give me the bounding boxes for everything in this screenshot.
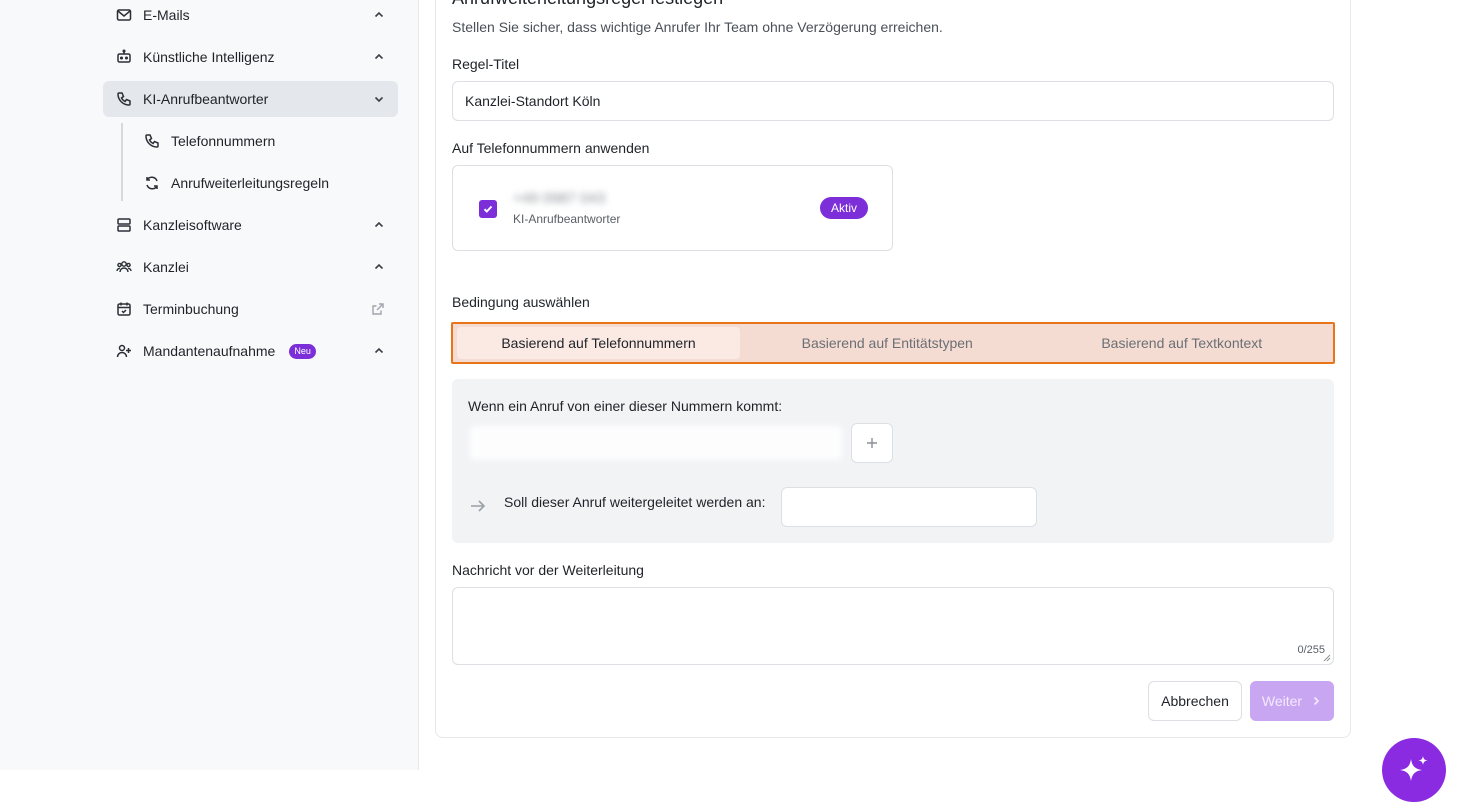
rule-title-input[interactable]: Kanzlei-Standort Köln xyxy=(452,81,1334,121)
arrow-right-icon xyxy=(468,496,488,516)
when-call-label: Wenn ein Anruf von einer dieser Nummern … xyxy=(468,398,783,414)
status-badge: Aktiv xyxy=(820,197,869,219)
sidebar-item-label: Kanzlei xyxy=(143,259,189,275)
phone-number-value: +49 0987 043 xyxy=(513,190,606,207)
character-counter: 0/255 xyxy=(1297,644,1325,656)
next-button[interactable]: Weiter xyxy=(1250,681,1334,721)
sidebar: E-Mails Künstliche Intelligenz KI-Anrufb… xyxy=(0,0,419,770)
mail-icon xyxy=(115,6,133,24)
sidebar-subitem-label: Anrufweiterleitungsregeln xyxy=(171,175,329,191)
sidebar-item-label: KI-Anrufbeantworter xyxy=(143,91,269,107)
submenu-line xyxy=(121,123,123,201)
sidebar-item-label: Kanzleisoftware xyxy=(143,217,242,233)
resize-handle-icon[interactable] xyxy=(1323,654,1331,662)
ai-assistant-button[interactable] xyxy=(1382,738,1446,802)
sidebar-item-label: Terminbuchung xyxy=(143,301,239,317)
message-textarea[interactable]: 0/255 xyxy=(452,587,1334,665)
chevron-up-icon xyxy=(372,344,386,358)
sparkle-icon xyxy=(1400,756,1428,781)
sidebar-item-ai-answering[interactable]: KI-Anrufbeantworter xyxy=(103,81,398,117)
server-icon xyxy=(115,216,133,234)
sidebar-item-appointment-booking[interactable]: Terminbuchung xyxy=(103,291,398,327)
users-icon xyxy=(115,258,133,276)
sidebar-item-emails[interactable]: E-Mails xyxy=(103,0,398,33)
phone-icon xyxy=(115,90,133,108)
user-plus-icon xyxy=(115,342,133,360)
page-subtitle: Stellen Sie sicher, dass wichtige Anrufe… xyxy=(452,19,943,35)
sidebar-item-label: Mandantenaufnahme xyxy=(143,343,276,359)
check-icon xyxy=(483,205,493,213)
source-number-input[interactable] xyxy=(470,426,842,460)
forward-to-label: Soll dieser Anruf weitergeleitet werden … xyxy=(504,494,766,510)
apply-to-numbers-label: Auf Telefonnummern anwenden xyxy=(452,140,650,156)
chevron-up-icon xyxy=(372,50,386,64)
rule-title-label: Regel-Titel xyxy=(452,56,520,72)
sidebar-item-ai[interactable]: Künstliche Intelligenz xyxy=(103,39,398,75)
condition-panel: Wenn ein Anruf von einer dieser Nummern … xyxy=(452,379,1334,543)
new-badge: Neu xyxy=(289,343,316,359)
chevron-right-icon xyxy=(1314,696,1320,706)
sidebar-item-label: Künstliche Intelligenz xyxy=(143,49,275,65)
refresh-icon xyxy=(143,174,161,192)
chevron-down-icon xyxy=(372,92,386,106)
phone-number-type: KI-Anrufbeantworter xyxy=(513,212,621,226)
bottom-bar xyxy=(0,770,1470,802)
condition-tabs: Basierend auf Telefonnummern Basierend a… xyxy=(451,322,1335,364)
sidebar-subitem-forwarding-rules[interactable]: Anrufweiterleitungsregeln xyxy=(131,165,398,201)
message-label: Nachricht vor der Weiterleitung xyxy=(452,562,644,578)
tab-text-context[interactable]: Basierend auf Textkontext xyxy=(1035,327,1330,359)
chevron-up-icon xyxy=(372,260,386,274)
phone-number-card[interactable]: +49 0987 043 KI-Anrufbeantworter Aktiv xyxy=(452,165,893,251)
robot-icon xyxy=(115,48,133,66)
tab-entity-types[interactable]: Basierend auf Entitätstypen xyxy=(740,327,1035,359)
sidebar-item-client-intake[interactable]: Mandantenaufnahme Neu xyxy=(103,333,398,369)
phone-icon xyxy=(143,132,161,150)
sidebar-item-law-firm[interactable]: Kanzlei xyxy=(103,249,398,285)
phone-number-checkbox[interactable] xyxy=(479,200,497,218)
page-title: Anrufweiterleitungsregel festlegen xyxy=(452,0,723,9)
chevron-up-icon xyxy=(372,218,386,232)
external-link-icon xyxy=(370,301,386,317)
sidebar-item-label: E-Mails xyxy=(143,7,190,23)
sidebar-subitem-phone-numbers[interactable]: Telefonnummern xyxy=(131,123,398,159)
plus-icon xyxy=(867,438,877,448)
add-number-button[interactable] xyxy=(851,423,893,463)
condition-label: Bedingung auswählen xyxy=(452,294,590,310)
chevron-up-icon xyxy=(372,8,386,22)
cancel-button[interactable]: Abbrechen xyxy=(1148,681,1242,721)
forward-to-input[interactable] xyxy=(781,487,1037,527)
sidebar-item-law-software[interactable]: Kanzleisoftware xyxy=(103,207,398,243)
next-button-label: Weiter xyxy=(1261,693,1303,709)
calendar-icon xyxy=(115,300,133,318)
tab-phone-numbers[interactable]: Basierend auf Telefonnummern xyxy=(457,327,740,359)
sidebar-subitem-label: Telefonnummern xyxy=(171,133,276,149)
